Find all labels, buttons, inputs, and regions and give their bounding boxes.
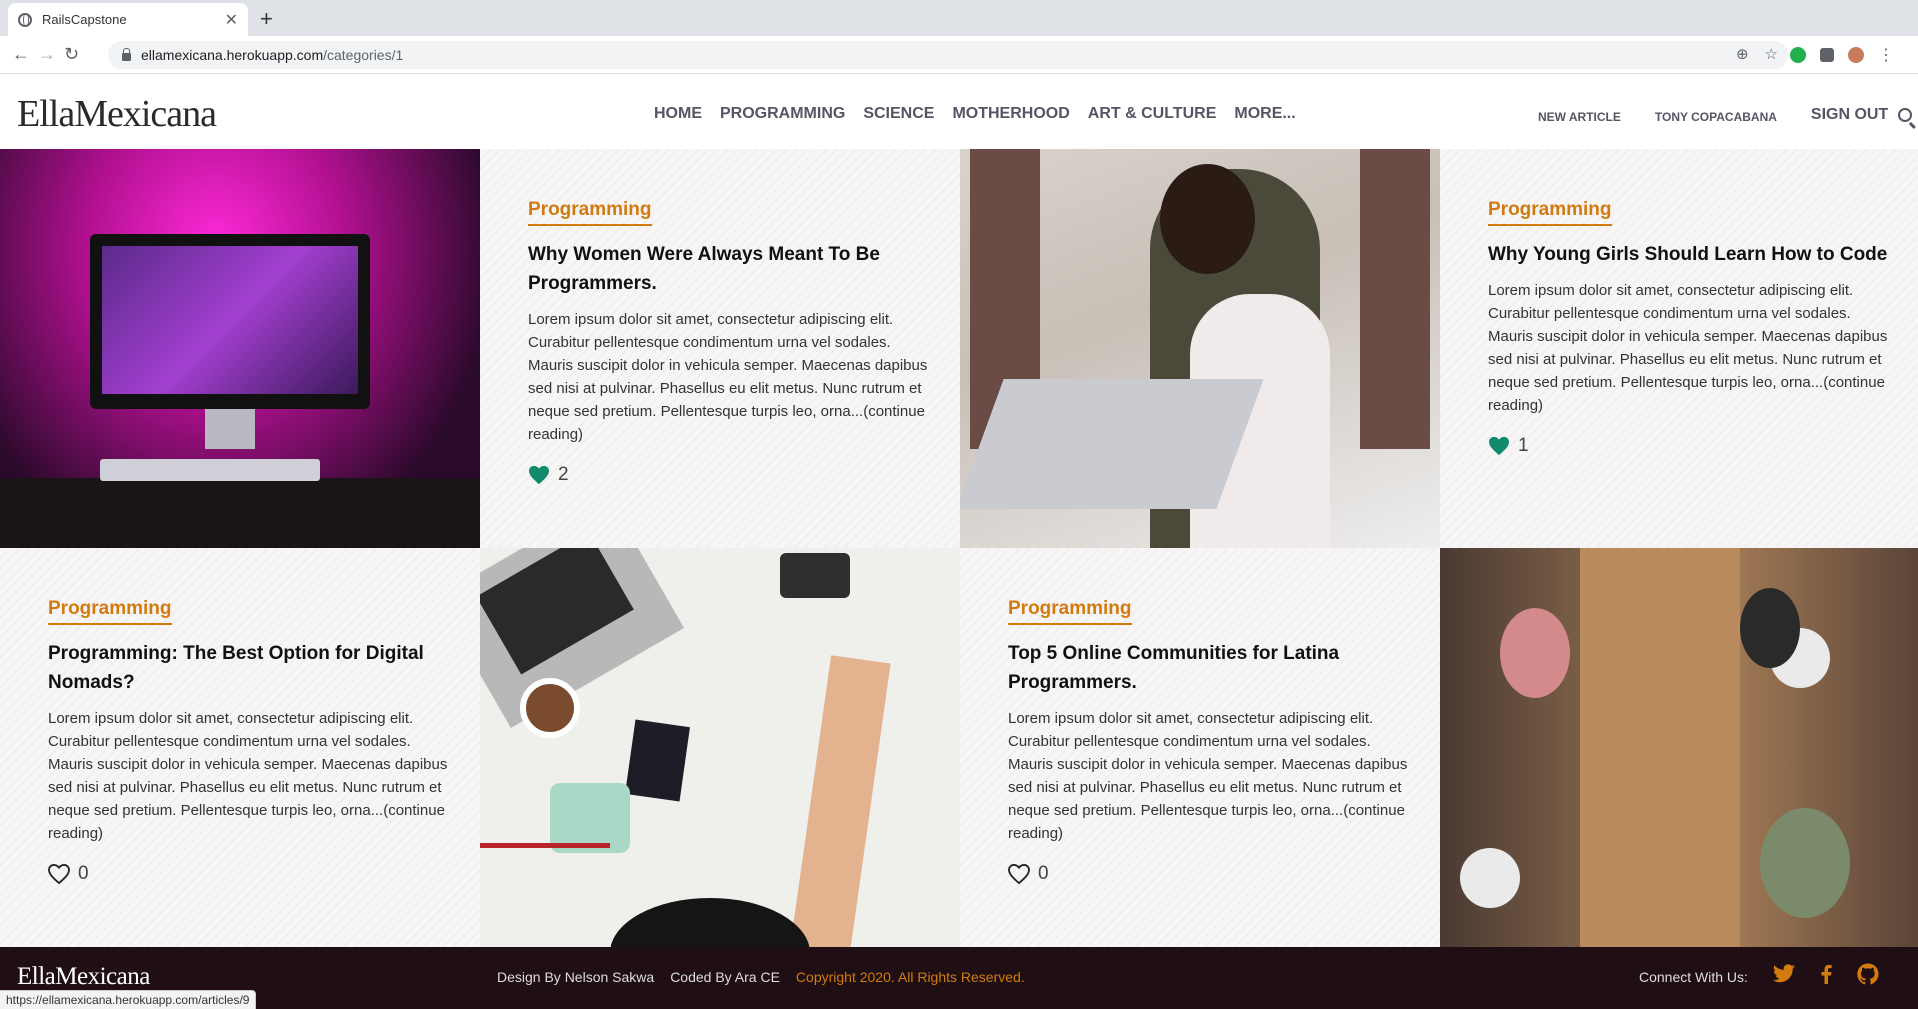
heart-filled-icon[interactable] (528, 465, 550, 485)
nav-more[interactable]: MORE... (1234, 105, 1295, 123)
article-card: Programming Why Women Were Always Meant … (480, 149, 960, 548)
article-title[interactable]: Why Young Girls Should Learn How to Code (1488, 240, 1888, 269)
design-credit: Design By Nelson Sakwa (497, 969, 655, 985)
nav-motherhood[interactable]: MOTHERHOOD (952, 105, 1069, 123)
like-control[interactable]: 2 (528, 464, 928, 486)
puzzle-icon[interactable] (1820, 48, 1834, 62)
url-host: ellamexicana.herokuapp.com (141, 47, 324, 63)
main-nav: HOME PROGRAMMING SCIENCE MOTHERHOOD ART … (654, 105, 1296, 123)
like-count: 0 (78, 863, 89, 884)
lock-icon (122, 48, 131, 61)
article-category[interactable]: Programming (1008, 598, 1132, 625)
heart-filled-icon[interactable] (1488, 436, 1510, 456)
article-category[interactable]: Programming (48, 598, 172, 625)
heart-outline-icon[interactable] (1008, 864, 1030, 884)
article-excerpt[interactable]: Lorem ipsum dolor sit amet, consectetur … (48, 707, 448, 845)
browser-tab[interactable]: RailsCapstone ✕ (8, 3, 248, 36)
article-image-team-table[interactable] (1440, 548, 1918, 947)
like-control[interactable]: 0 (48, 863, 448, 885)
social-links (1772, 962, 1880, 986)
footer-credits: Design By Nelson Sakwa Coded By Ara CE C… (497, 969, 1025, 985)
github-icon[interactable] (1856, 962, 1880, 986)
like-control[interactable]: 0 (1008, 863, 1408, 885)
nav-art-culture[interactable]: ART & CULTURE (1088, 105, 1217, 123)
facebook-icon[interactable] (1814, 962, 1838, 986)
browser-tab-bar: RailsCapstone ✕ + (0, 0, 1918, 36)
nav-home[interactable]: HOME (654, 105, 702, 123)
url-path: /categories/1 (323, 47, 404, 63)
copyright-text: Copyright 2020. All Rights Reserved. (795, 969, 1025, 985)
bookmark-star-icon[interactable]: ☆ (1765, 45, 1778, 63)
article-card: Programming Why Young Girls Should Learn… (1440, 149, 1918, 548)
like-control[interactable]: 1 (1488, 435, 1888, 457)
nav-programming[interactable]: PROGRAMMING (720, 105, 845, 123)
tab-title: RailsCapstone (42, 12, 127, 27)
article-title[interactable]: Programming: The Best Option for Digital… (48, 639, 448, 697)
extension-icon[interactable] (1790, 47, 1806, 63)
article-card: Programming Programming: The Best Option… (0, 548, 480, 947)
article-image-desk[interactable] (0, 149, 480, 548)
article-category[interactable]: Programming (528, 199, 652, 226)
code-credit: Coded By Ara CE (670, 969, 780, 985)
article-excerpt[interactable]: Lorem ipsum dolor sit amet, consectetur … (1008, 707, 1408, 845)
status-bar-url: https://ellamexicana.herokuapp.com/artic… (0, 990, 257, 1009)
site-logo[interactable]: EllaMexicana (17, 92, 217, 136)
article-title[interactable]: Why Women Were Always Meant To Be Progra… (528, 240, 928, 298)
article-excerpt[interactable]: Lorem ipsum dolor sit amet, consectetur … (528, 308, 928, 446)
reload-icon[interactable]: ↻ (64, 44, 79, 65)
nav-science[interactable]: SCIENCE (863, 105, 934, 123)
like-count: 2 (558, 464, 569, 485)
address-bar[interactable]: ellamexicana.herokuapp.com/categories/1 … (108, 41, 1788, 69)
article-image-mother-child[interactable] (960, 149, 1440, 548)
profile-avatar[interactable] (1848, 47, 1864, 63)
article-grid: Programming Why Women Were Always Meant … (0, 149, 1918, 947)
globe-icon (18, 12, 32, 27)
article-card: Programming Top 5 Online Communities for… (960, 548, 1440, 947)
new-article-link[interactable]: NEW ARTICLE (1538, 110, 1621, 124)
site-footer: EllaMexicana Design By Nelson Sakwa Code… (0, 947, 1918, 1009)
heart-outline-icon[interactable] (48, 864, 70, 884)
twitter-icon[interactable] (1772, 962, 1796, 986)
connect-label: Connect With Us: (1639, 969, 1748, 985)
browser-toolbar: ← → ↻ ellamexicana.herokuapp.com/categor… (0, 36, 1918, 74)
like-count: 1 (1518, 435, 1529, 456)
user-nav: NEW ARTICLE TONY COPACABANA SIGN OUT (1538, 106, 1913, 124)
footer-logo[interactable]: EllaMexicana (17, 963, 150, 991)
article-title[interactable]: Top 5 Online Communities for Latina Prog… (1008, 639, 1408, 697)
article-excerpt[interactable]: Lorem ipsum dolor sit amet, consectetur … (1488, 279, 1888, 417)
user-name-link[interactable]: TONY COPACABANA (1655, 110, 1777, 124)
close-tab-icon[interactable]: ✕ (225, 10, 238, 30)
menu-dots-icon[interactable]: ⋮ (1878, 45, 1894, 65)
article-category[interactable]: Programming (1488, 199, 1612, 226)
forward-icon[interactable]: → (38, 44, 56, 65)
site-header: EllaMexicana HOME PROGRAMMING SCIENCE MO… (0, 74, 1918, 149)
search-icon[interactable] (1898, 108, 1913, 122)
zoom-icon[interactable]: ⊕ (1736, 45, 1749, 63)
article-image-travel-map[interactable] (480, 548, 960, 947)
new-tab-button[interactable]: + (260, 6, 273, 32)
back-icon[interactable]: ← (12, 44, 30, 65)
sign-out-link[interactable]: SIGN OUT (1811, 106, 1888, 124)
like-count: 0 (1038, 863, 1049, 884)
